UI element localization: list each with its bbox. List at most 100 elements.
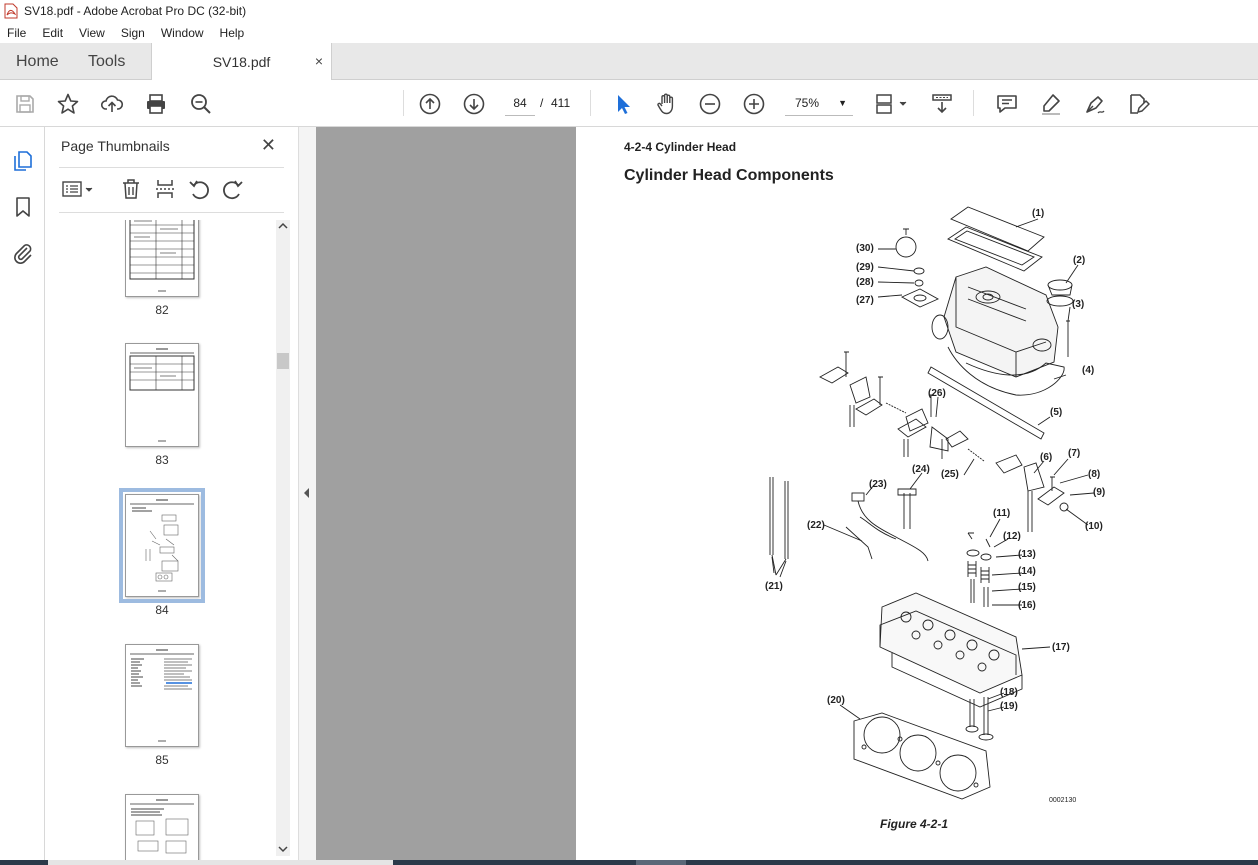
upload-icon[interactable] [99,91,125,117]
thumbnail-page-84[interactable] [119,488,205,603]
zoom-out-icon[interactable] [697,91,723,117]
sign-icon[interactable] [1082,91,1108,117]
callout-24: (24) [912,464,930,475]
panel-splitter[interactable] [298,127,316,860]
pdf-page: 4-2-4 Cylinder Head Cylinder Head Compon… [576,127,1258,860]
callout-4: (4) [1082,365,1095,376]
collapse-panel-icon[interactable] [303,487,311,499]
menu-bar: File Edit View Sign Window Help [0,22,1258,43]
page-up-icon[interactable] [417,91,443,117]
zoom-select[interactable]: 75% ▼ [785,90,853,116]
thumbnail-label-84: 84 [155,603,169,617]
menu-file[interactable]: File [0,26,34,40]
save-icon[interactable] [12,91,38,117]
document-view[interactable]: 4-2-4 Cylinder Head Cylinder Head Compon… [316,127,1258,860]
chevron-up-icon[interactable] [278,222,288,230]
thumbnail-preview [129,348,195,442]
thumbnail-label-85: 85 [155,753,169,767]
search-zoom-icon[interactable] [188,91,214,117]
callout-28: (28) [856,277,874,288]
callout-2: (2) [1073,255,1086,266]
tab-document-label: SV18.pdf [212,54,271,70]
fill-sign-icon[interactable] [1125,91,1151,117]
callout-11: (11) [993,508,1011,519]
window-title: SV18.pdf - Adobe Acrobat Pro DC (32-bit) [24,4,247,18]
page-display-icon[interactable] [874,91,910,117]
zoom-in-icon[interactable] [741,91,767,117]
callout-16: (16) [1018,600,1036,611]
hand-icon[interactable] [653,91,679,117]
bookmark-icon[interactable] [11,195,35,219]
figure-caption: Figure 4-2-1 [880,817,949,831]
toolbar-separator [973,90,974,116]
thumbnail-page-86[interactable] [125,794,199,860]
thumbnail-page-85[interactable] [125,644,199,747]
callout-10: (10) [1085,521,1103,532]
toolbar [0,80,1258,127]
thumbnail-label-83: 83 [155,453,169,467]
callout-13: (13) [1018,549,1036,560]
select-arrow-icon[interactable] [610,91,636,117]
callout-15: (15) [1018,582,1036,593]
scrollbar-thumb[interactable] [277,353,289,369]
callout-3: (3) [1072,299,1085,310]
panel-title: Page Thumbnails [61,138,170,154]
callout-23: (23) [869,479,887,490]
menu-edit[interactable]: Edit [34,26,71,40]
thumbnail-preview [130,499,194,592]
callout-19: (19) [1000,701,1018,712]
thumbnail-preview [130,799,194,854]
figure-code: 0002130 [1049,797,1077,804]
callout-9: (9) [1093,487,1106,498]
callout-8: (8) [1088,469,1101,480]
page-down-icon[interactable] [461,91,487,117]
page-number-input[interactable]: 84 [505,90,535,116]
tab-tools[interactable]: Tools [72,43,152,80]
callout-30: (30) [856,243,874,254]
divider [59,212,284,213]
taskbar-segment [636,860,686,865]
callout-25: (25) [941,469,959,480]
thumbnail-page-83[interactable] [125,343,199,447]
callout-27: (27) [856,295,874,306]
highlight-icon[interactable] [1038,91,1064,117]
delete-icon[interactable] [119,177,143,201]
acrobat-pdf-icon [4,3,18,19]
tab-bar: Home Tools SV18.pdf × [0,43,1258,81]
scroll-mode-icon[interactable] [929,91,955,117]
menu-view[interactable]: View [71,26,113,40]
taskbar-edge [0,860,1258,865]
toolbar-separator [590,90,591,116]
tab-home[interactable]: Home [0,43,72,80]
callout-20: (20) [827,695,845,706]
menu-help[interactable]: Help [212,26,253,40]
rotate-clockwise-icon[interactable] [221,177,245,201]
page-thumbnails-icon[interactable] [11,149,35,173]
print-icon[interactable] [143,91,169,117]
total-pages: 411 [551,96,571,110]
tab-document[interactable]: SV18.pdf × [151,43,332,81]
extract-pages-icon[interactable] [153,177,177,201]
menu-sign[interactable]: Sign [113,26,153,40]
thumbnail-preview [129,220,195,292]
rotate-counterclockwise-icon[interactable] [187,177,211,201]
thumbnail-preview [130,649,194,742]
attachment-icon[interactable] [11,241,35,265]
close-icon[interactable]: ✕ [261,135,276,156]
star-icon[interactable] [55,91,81,117]
options-menu-icon[interactable] [61,177,95,201]
callout-7: (7) [1068,448,1081,459]
callout-1: (1) [1032,208,1045,219]
exploded-diagram [769,206,1095,800]
chevron-down-icon[interactable] [278,845,288,853]
comment-icon[interactable] [994,91,1020,117]
navigation-rail [0,127,45,860]
callout-21: (21) [765,581,783,592]
callout-6: (6) [1040,452,1053,463]
title-bar: SV18.pdf - Adobe Acrobat Pro DC (32-bit) [0,0,1258,22]
menu-window[interactable]: Window [153,26,212,40]
page-separator: / [540,96,544,110]
thumbnail-page-82[interactable] [125,220,199,297]
tab-close-icon[interactable]: × [315,53,323,69]
thumbnail-scrollbar[interactable] [276,220,290,856]
